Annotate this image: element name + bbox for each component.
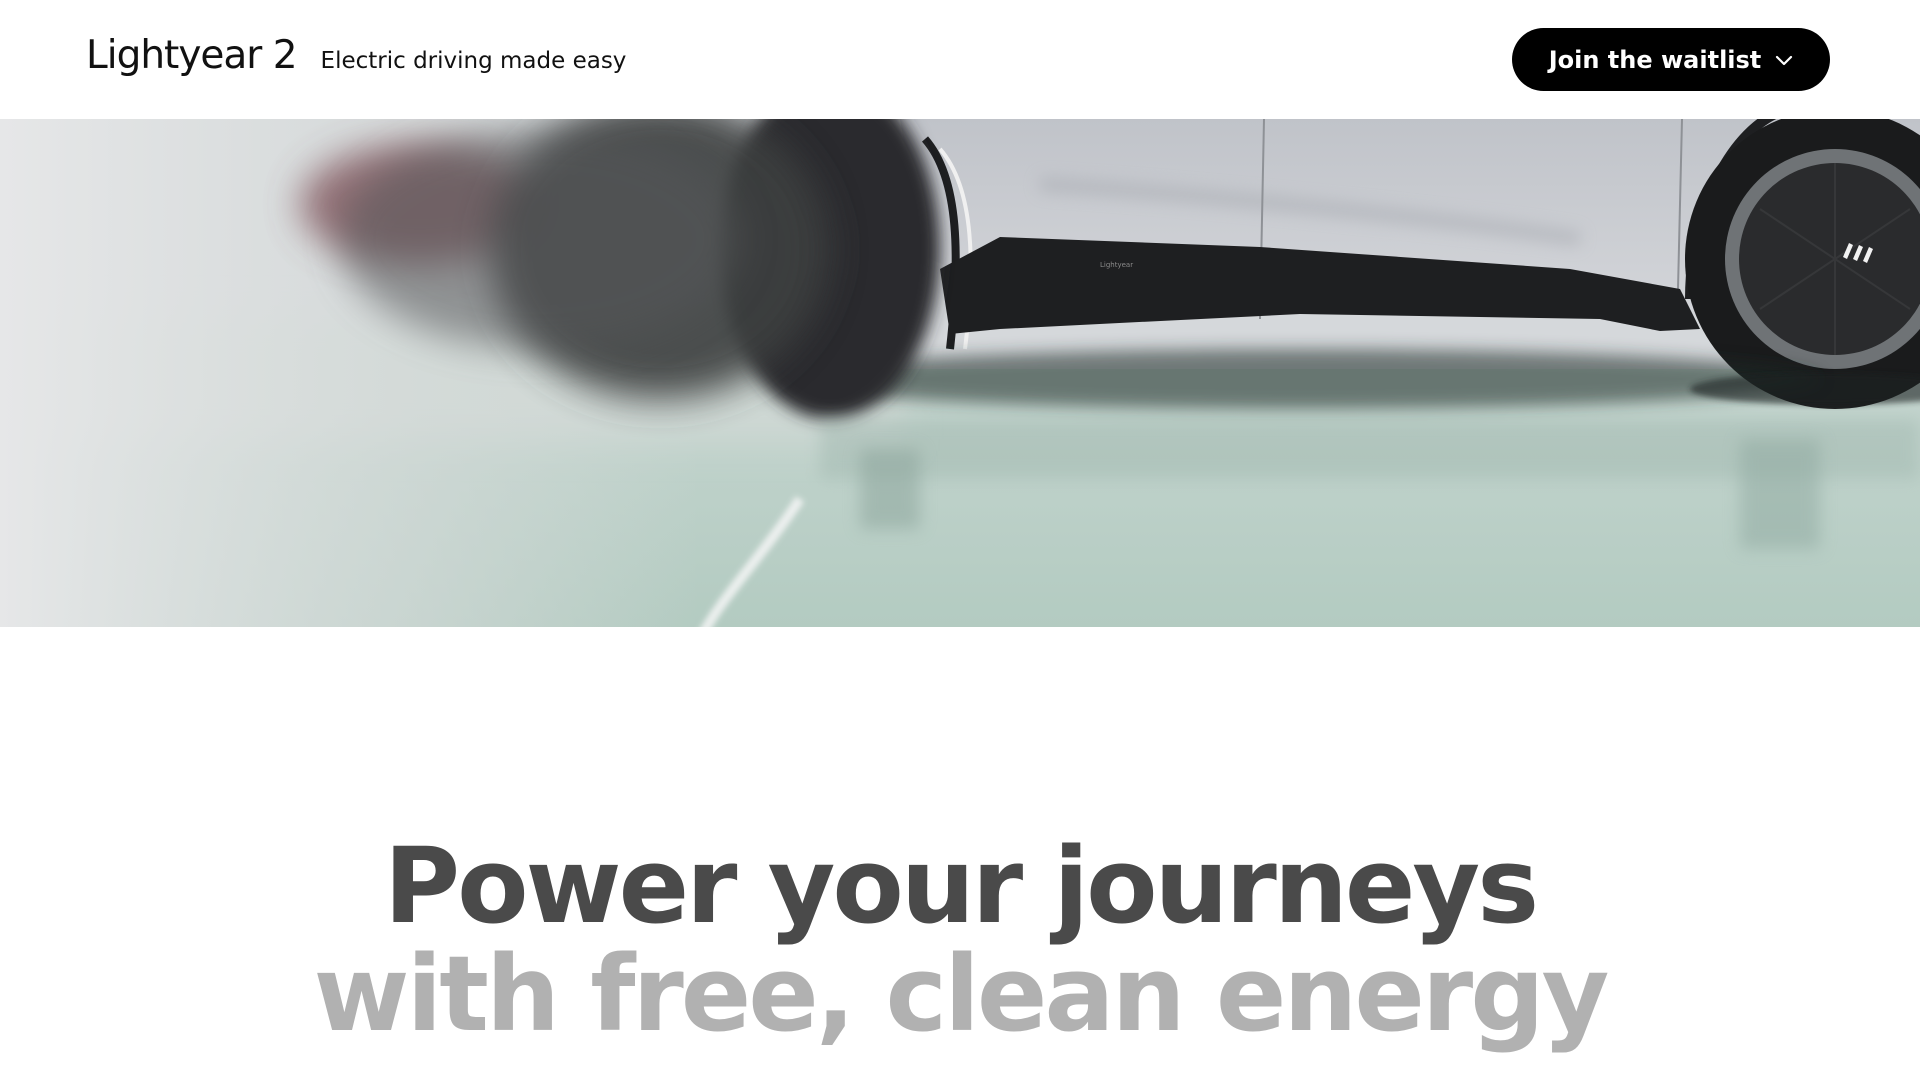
chevron-down-icon — [1776, 55, 1793, 65]
brand-logo[interactable]: Lightyear 2 — [86, 33, 298, 78]
hero-illustration: Lightyear — [0, 119, 1920, 627]
join-waitlist-button[interactable]: Join the waitlist — [1512, 28, 1830, 91]
join-waitlist-label: Join the waitlist — [1548, 45, 1762, 74]
svg-text:Lightyear: Lightyear — [1100, 261, 1133, 269]
headline-line-primary: Power your journeys — [383, 825, 1539, 947]
brand-tagline: Electric driving made easy — [320, 48, 627, 74]
brand: Lightyear 2 Electric driving made easy — [86, 33, 626, 78]
site-header: Lightyear 2 Electric driving made easy J… — [0, 0, 1920, 119]
hero-headline: Power your journeys with free, clean ene… — [0, 832, 1920, 1048]
hero-image: Lightyear — [0, 119, 1920, 627]
headline-line-secondary: with free, clean energy — [313, 933, 1610, 1055]
